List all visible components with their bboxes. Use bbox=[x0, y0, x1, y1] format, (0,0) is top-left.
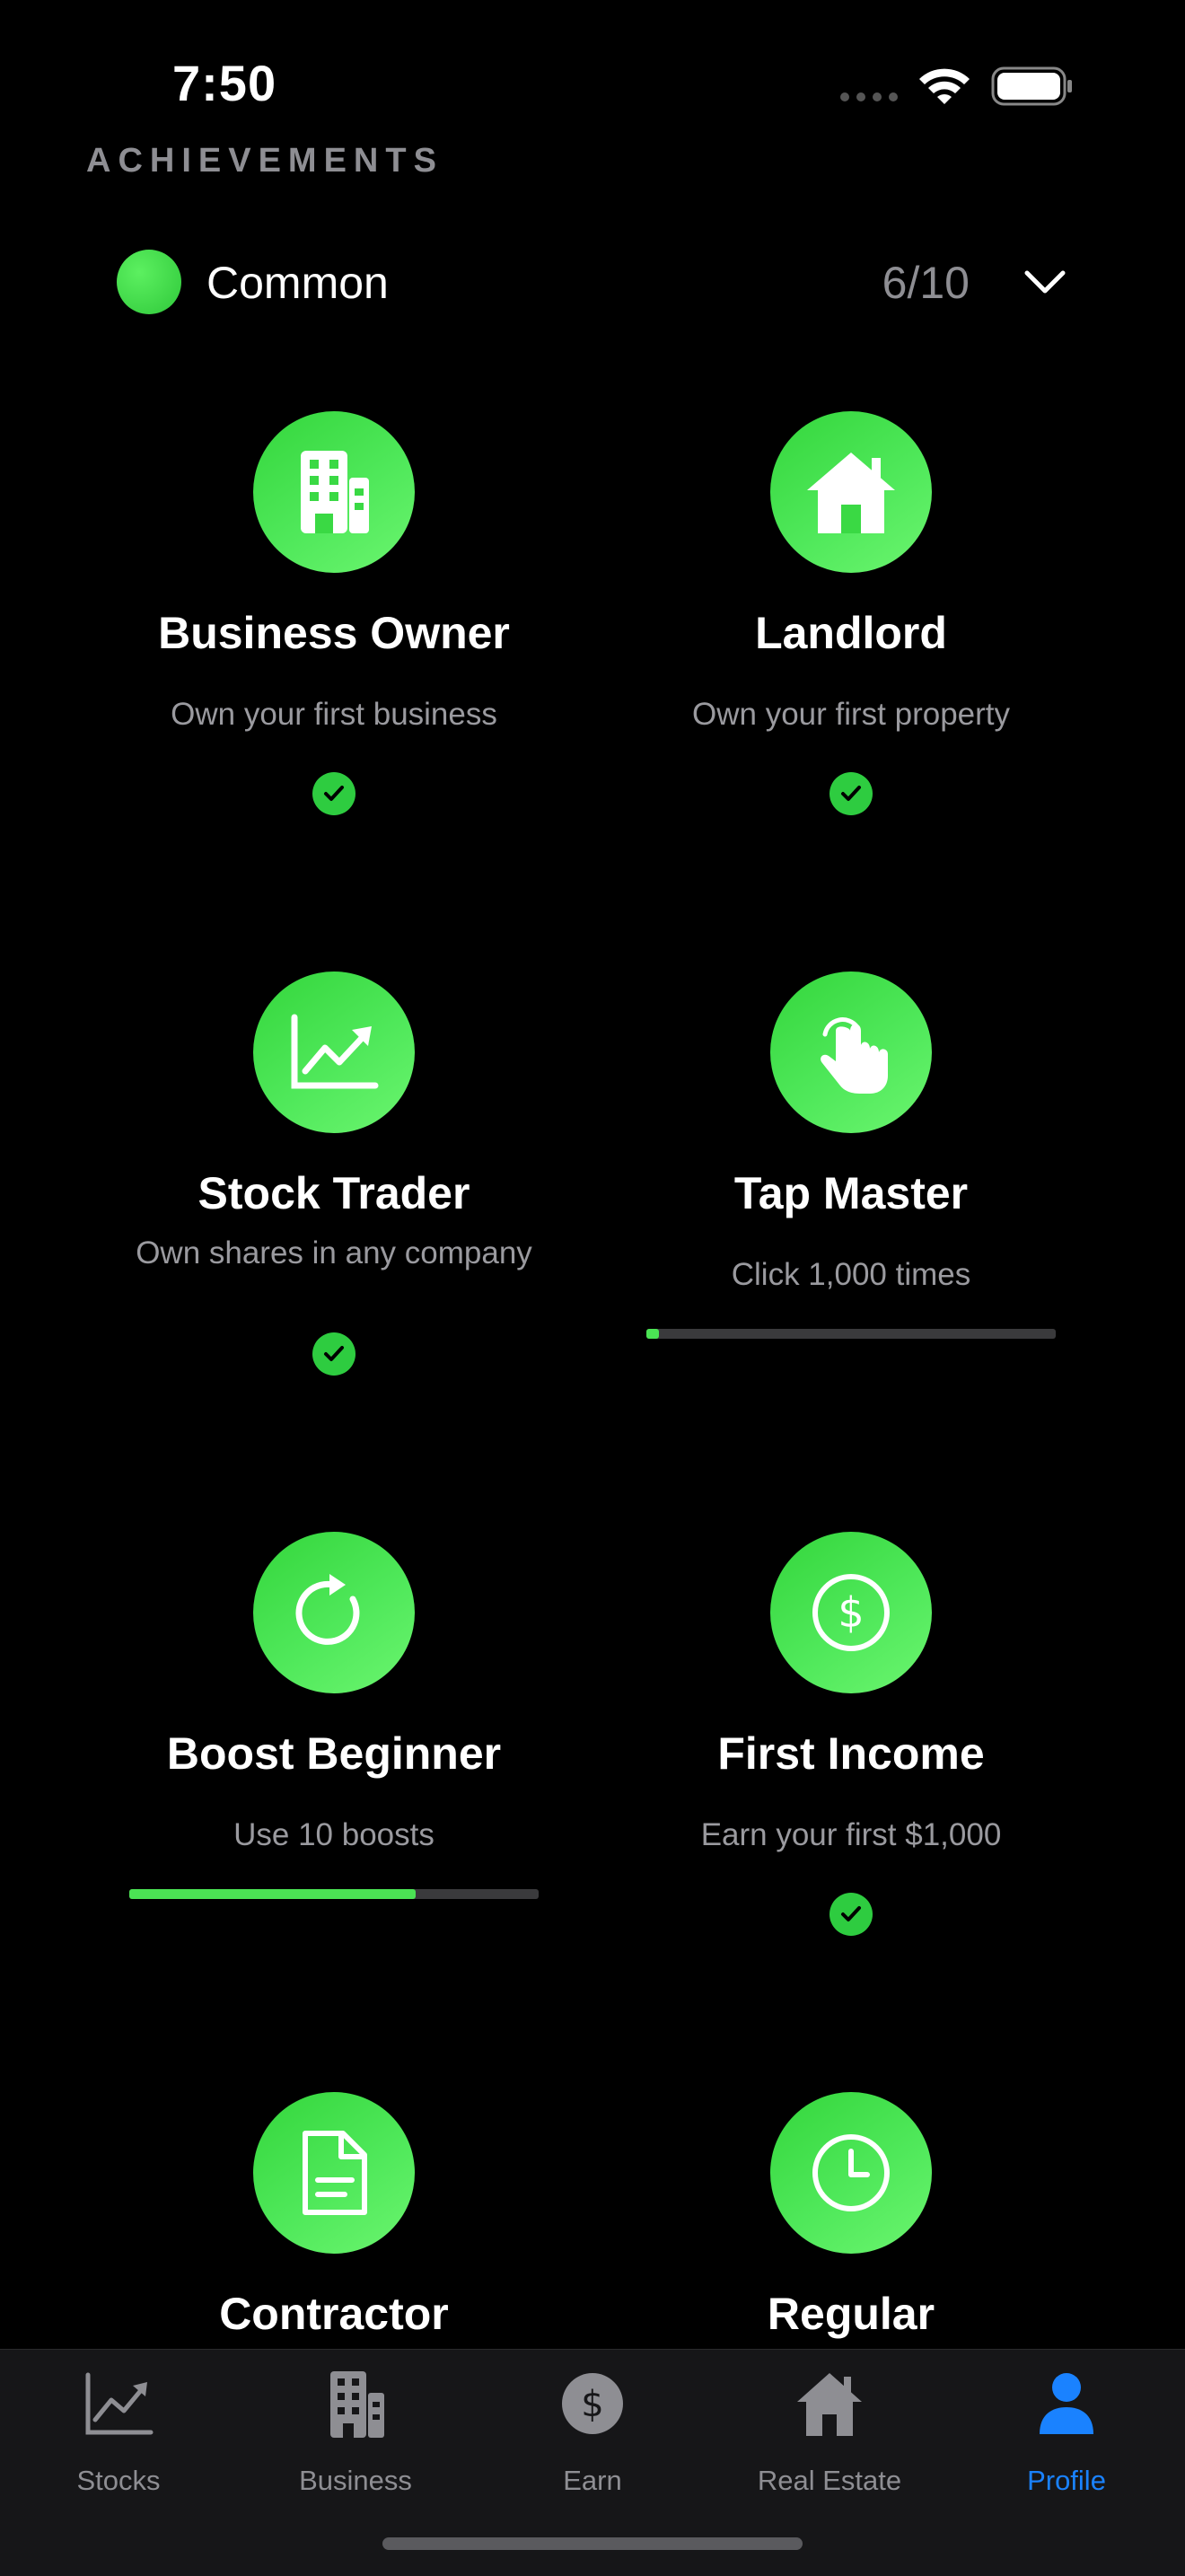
checkmark-icon bbox=[830, 1893, 873, 1936]
wifi-icon bbox=[919, 68, 970, 104]
achievement-title: Contractor bbox=[219, 2289, 449, 2339]
achievement-badge bbox=[253, 411, 415, 573]
tab-label: Earn bbox=[563, 2465, 622, 2496]
achievement-badge: $ bbox=[770, 1532, 932, 1693]
category-color-dot bbox=[117, 250, 181, 314]
achievement-badge bbox=[770, 411, 932, 573]
cellular-signal-icon bbox=[840, 92, 898, 101]
achievement-description: Click 1,000 times bbox=[731, 1257, 971, 1292]
progress-fill bbox=[646, 1329, 659, 1339]
achievement-progress-bar bbox=[129, 1889, 539, 1899]
section-title: ACHIEVEMENTS bbox=[86, 142, 443, 180]
achievement-card[interactable]: Business Owner Own your first business bbox=[75, 411, 592, 824]
tab-real-estate[interactable]: Real Estate bbox=[711, 2368, 948, 2496]
home-indicator[interactable] bbox=[382, 2537, 803, 2550]
chart-icon bbox=[85, 2372, 154, 2435]
achievement-progress-bar bbox=[646, 1329, 1056, 1339]
status-time: 7:50 bbox=[172, 55, 277, 111]
clock-icon bbox=[812, 2134, 890, 2211]
achievement-card[interactable]: Landlord Own your first property bbox=[592, 411, 1110, 824]
svg-text:$: $ bbox=[581, 2384, 603, 2425]
tab-label: Profile bbox=[1027, 2465, 1106, 2496]
achievement-badge bbox=[770, 2092, 932, 2254]
dollar-icon: $ bbox=[562, 2373, 623, 2434]
achievement-title: Stock Trader bbox=[198, 1168, 470, 1218]
chart-up-icon bbox=[291, 1014, 379, 1089]
achievement-title: Landlord bbox=[755, 608, 947, 658]
svg-text:$: $ bbox=[838, 1588, 864, 1637]
achievement-badge bbox=[253, 2092, 415, 2254]
checkmark-icon bbox=[312, 1332, 356, 1376]
building-icon bbox=[330, 2371, 384, 2438]
category-count: 6/10 bbox=[882, 258, 970, 308]
achievement-card[interactable]: Tap Master Click 1,000 times bbox=[592, 971, 1110, 1385]
achievement-description: Earn your first $1,000 bbox=[700, 1817, 1002, 1852]
achievement-title: Regular bbox=[767, 2289, 935, 2339]
tab-earn[interactable]: $ Earn bbox=[474, 2368, 711, 2496]
achievement-card[interactable]: Regular bbox=[592, 2092, 1110, 2349]
tab-label: Business bbox=[299, 2465, 412, 2496]
tap-hand-icon bbox=[821, 1017, 888, 1094]
achievement-title: Business Owner bbox=[158, 608, 510, 658]
achievement-description: Own shares in any company bbox=[136, 1235, 532, 1270]
achievement-title: Boost Beginner bbox=[166, 1728, 502, 1779]
achievement-badge bbox=[253, 971, 415, 1133]
category-label: Common bbox=[206, 258, 389, 308]
achievement-description: Own your first business bbox=[171, 697, 497, 732]
achievement-card[interactable]: $ First Income Earn your first $1,000 bbox=[592, 1532, 1110, 1945]
progress-fill bbox=[129, 1889, 417, 1899]
person-icon bbox=[1040, 2373, 1093, 2434]
achievement-title: First Income bbox=[717, 1728, 985, 1779]
tab-profile[interactable]: Profile bbox=[948, 2368, 1185, 2496]
achievement-title: Tap Master bbox=[733, 1168, 969, 1218]
house-icon bbox=[807, 453, 895, 533]
tab-label: Stocks bbox=[76, 2465, 161, 2496]
checkmark-icon bbox=[830, 772, 873, 815]
document-icon bbox=[303, 2131, 367, 2215]
achievement-card[interactable]: Contractor bbox=[75, 2092, 592, 2349]
achievement-badge bbox=[770, 971, 932, 1133]
achievement-description: Use 10 boosts bbox=[233, 1817, 434, 1852]
tab-label: Real Estate bbox=[757, 2465, 902, 2496]
tab-business[interactable]: Business bbox=[237, 2368, 474, 2496]
achievement-card[interactable]: Stock Trader Own shares in any company bbox=[75, 971, 592, 1385]
checkmark-icon bbox=[312, 772, 356, 815]
dollar-circle-icon: $ bbox=[812, 1574, 890, 1651]
achievement-card[interactable]: Boost Beginner Use 10 boosts bbox=[75, 1532, 592, 1945]
category-selector[interactable]: Common 6/10 bbox=[117, 248, 1068, 316]
building-icon bbox=[301, 451, 369, 533]
refresh-icon bbox=[295, 1574, 360, 1645]
chevron-down-icon[interactable] bbox=[1022, 255, 1068, 309]
house-icon bbox=[797, 2373, 862, 2436]
tab-stocks[interactable]: Stocks bbox=[0, 2368, 237, 2496]
battery-icon bbox=[991, 66, 1072, 106]
achievement-description: Own your first property bbox=[692, 697, 1010, 732]
achievement-badge bbox=[253, 1532, 415, 1693]
